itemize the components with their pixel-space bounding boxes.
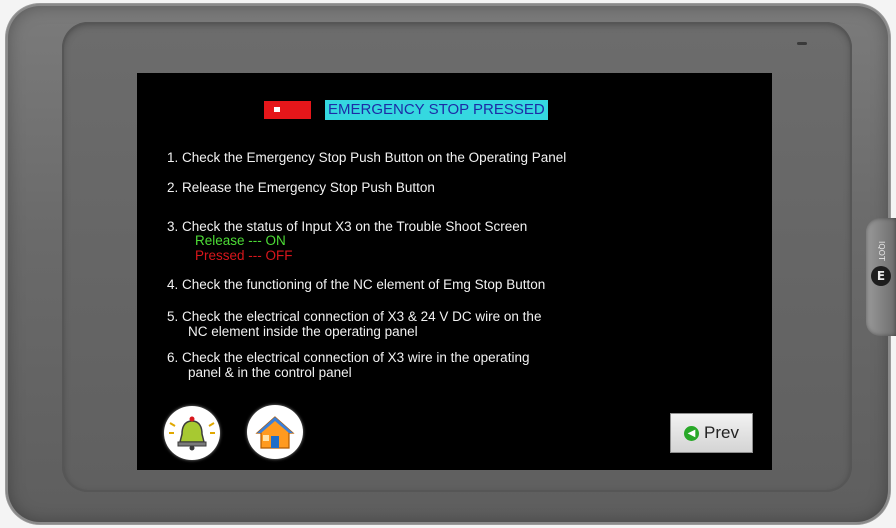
prev-button-label: Prev — [704, 423, 739, 442]
status-pressed-off: Pressed --- OFF — [195, 248, 293, 263]
instruction-3: 3. Check the status of Input X3 on the T… — [167, 219, 528, 234]
instruction-6-cont: panel & in the control panel — [188, 365, 352, 380]
back-arrow-icon: ◀ — [684, 425, 700, 441]
instruction-2: 2. Release the Emergency Stop Push Butto… — [167, 180, 435, 195]
instruction-5-cont: NC element inside the operating panel — [188, 324, 418, 339]
alarm-lamp-indicator — [264, 101, 311, 119]
brand-logo: E — [871, 266, 891, 286]
alarm-button[interactable] — [164, 406, 220, 460]
instruction-6: 6. Check the electrical connection of X3… — [167, 350, 530, 365]
instruction-5: 5. Check the electrical connection of X3… — [167, 309, 542, 324]
instruction-4: 4. Check the functioning of the NC eleme… — [167, 277, 546, 292]
front-sensor — [797, 42, 807, 45]
alarm-header: EMERGENCY STOP PRESSED — [264, 99, 548, 121]
prev-button[interactable]: ◀ Prev — [670, 413, 753, 453]
alarm-bell-icon — [169, 416, 215, 451]
status-release-on: Release --- ON — [195, 233, 286, 248]
home-button[interactable] — [247, 405, 303, 459]
home-icon — [255, 416, 295, 449]
instruction-1: 1. Check the Emergency Stop Push Button … — [167, 150, 567, 165]
page-title: EMERGENCY STOP PRESSED — [325, 100, 548, 120]
brand-text: IQOT — [877, 241, 886, 261]
hmi-screen: EMERGENCY STOP PRESSED 1. Check the Emer… — [137, 73, 772, 470]
